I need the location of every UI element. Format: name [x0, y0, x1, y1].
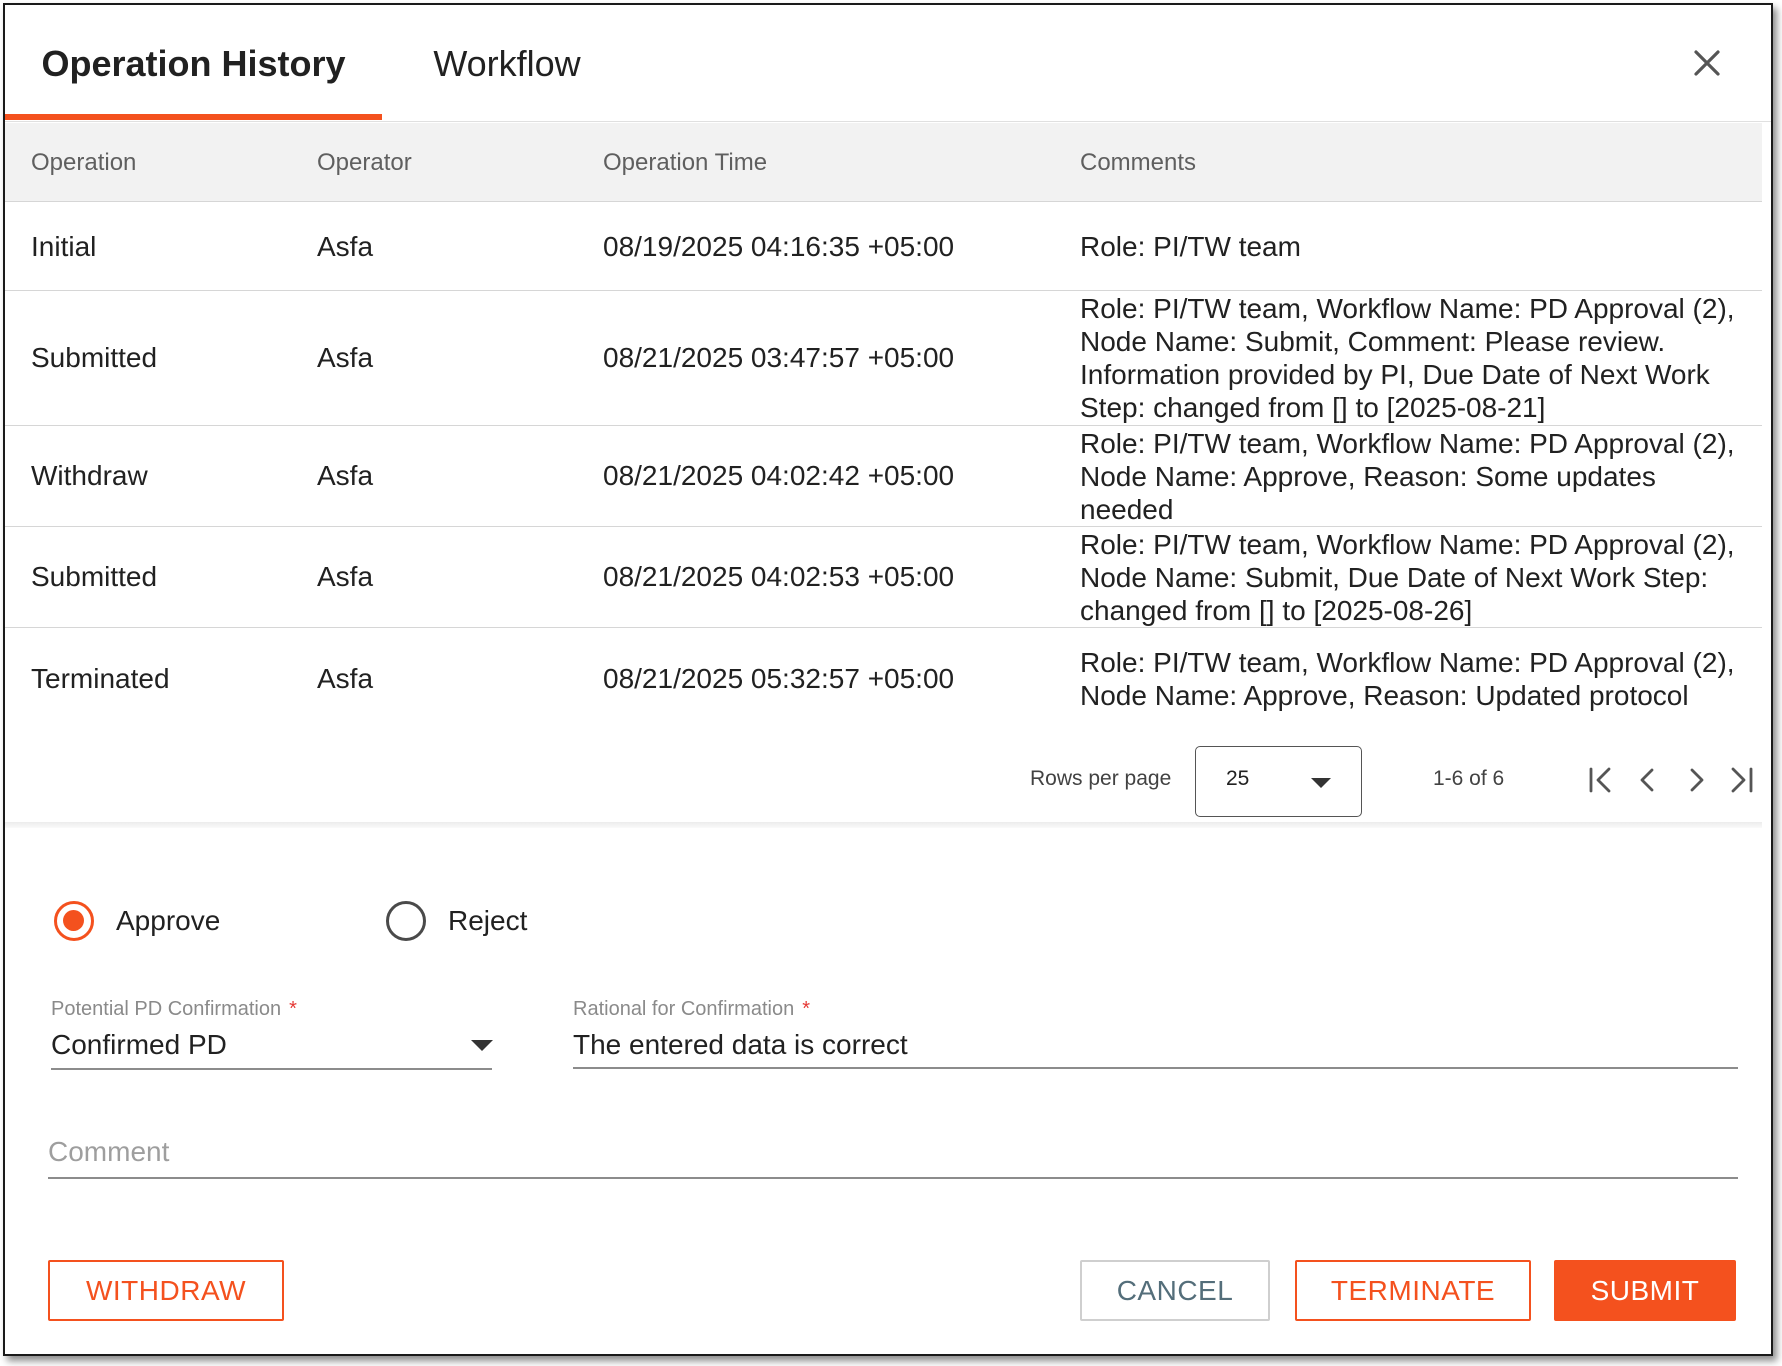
rationale-label-text: Rational for Confirmation: [573, 998, 795, 1020]
reject-radio-label: Reject: [448, 905, 528, 936]
first-page-icon: [1589, 767, 1611, 793]
cell-operation: Initial: [31, 230, 97, 262]
cell-operation-time: 08/21/2025 04:02:53 +05:00: [603, 561, 955, 592]
pd-confirmation-underline: [51, 1068, 492, 1070]
cell-comments: Role: PI/TW team, Workflow Name: PD Appr…: [1080, 427, 1735, 525]
cell-comments: Role: PI/TW team, Workflow Name: PD Appr…: [1080, 293, 1735, 423]
column-header-comments[interactable]: Comments: [1080, 123, 1196, 202]
comment-input[interactable]: [48, 1130, 1738, 1174]
section-divider: [5, 822, 1762, 828]
table-row[interactable]: Terminated Asfa 08/21/2025 05:32:57 +05:…: [5, 628, 1762, 730]
table-pagination: Rows per page 25 1-6 of 6: [5, 737, 1762, 823]
cell-operator: Asfa: [317, 663, 374, 694]
cell-operation: Terminated: [31, 663, 170, 694]
reject-radio[interactable]: Reject: [386, 898, 527, 944]
first-page-button[interactable]: [1583, 763, 1617, 797]
operation-history-dialog: Operation History Workflow Operation Ope…: [3, 3, 1773, 1356]
cell-operation-time: 08/19/2025 04:16:35 +05:00: [603, 230, 955, 262]
next-page-icon: [1690, 768, 1704, 792]
approve-radio-label: Approve: [116, 905, 221, 936]
cell-operation-time: 08/21/2025 03:47:57 +05:00: [603, 342, 955, 373]
required-marker: *: [802, 998, 811, 1020]
required-marker: *: [289, 998, 297, 1020]
cell-comments: Role: PI/TW team, Workflow Name: PD Appr…: [1080, 528, 1735, 626]
cell-operator: Asfa: [317, 561, 374, 592]
table-row[interactable]: Submitted Asfa 08/21/2025 04:02:53 +05:0…: [5, 527, 1762, 628]
column-header-operator[interactable]: Operator: [317, 123, 412, 202]
cell-operation: Withdraw: [31, 460, 148, 491]
table-row[interactable]: Withdraw Asfa 08/21/2025 04:02:42 +05:00…: [5, 426, 1762, 527]
rationale-label: Rational for Confirmation *: [573, 998, 810, 1021]
column-header-operation[interactable]: Operation: [31, 123, 136, 202]
last-page-icon: [1731, 767, 1753, 793]
cell-comments: Role: PI/TW team, Workflow Name: PD Appr…: [1080, 647, 1735, 711]
withdraw-button[interactable]: WITHDRAW: [48, 1260, 284, 1321]
terminate-button[interactable]: TERMINATE: [1295, 1260, 1531, 1321]
column-header-operation-time[interactable]: Operation Time: [603, 123, 767, 202]
close-icon: [1694, 50, 1720, 76]
cell-comments: Role: PI/TW team: [1080, 231, 1301, 262]
caret-down-icon: [1311, 778, 1331, 788]
rows-per-page-value: 25: [1226, 767, 1250, 790]
previous-page-icon: [1640, 768, 1654, 792]
previous-page-button[interactable]: [1631, 763, 1665, 797]
last-page-button[interactable]: [1725, 763, 1759, 797]
rationale-underline: [573, 1067, 1738, 1069]
rows-per-page-label: Rows per page: [1030, 767, 1172, 790]
comment-underline: [48, 1177, 1738, 1179]
cell-operator: Asfa: [317, 460, 374, 491]
table-row[interactable]: Initial Asfa 08/19/2025 04:16:35 +05:00 …: [5, 203, 1762, 291]
tab-operation-history[interactable]: Operation History: [5, 5, 382, 122]
table-header: Operation Operator Operation Time Commen…: [5, 123, 1762, 202]
next-page-button[interactable]: [1679, 763, 1713, 797]
cell-operation-time: 08/21/2025 04:02:42 +05:00: [603, 460, 955, 491]
pd-confirmation-select[interactable]: Confirmed PD: [51, 1029, 227, 1061]
rationale-input[interactable]: The entered data is correct: [573, 1029, 908, 1061]
cell-operation-time: 08/21/2025 05:32:57 +05:00: [603, 663, 955, 694]
caret-down-icon[interactable]: [471, 1040, 493, 1051]
tab-workflow[interactable]: Workflow: [382, 5, 632, 122]
close-button[interactable]: [1687, 43, 1727, 83]
pd-confirmation-label: Potential PD Confirmation *: [51, 998, 297, 1021]
tab-bar: Operation History Workflow: [5, 5, 1771, 122]
pagination-range: 1-6 of 6: [1433, 767, 1505, 790]
radio-checked-icon: [54, 901, 94, 941]
cell-operator: Asfa: [317, 230, 374, 262]
cell-operator: Asfa: [317, 342, 374, 373]
table-row[interactable]: Submitted Asfa 08/21/2025 03:47:57 +05:0…: [5, 291, 1762, 426]
cell-operation: Submitted: [31, 561, 158, 592]
submit-button[interactable]: SUBMIT: [1554, 1260, 1736, 1321]
rows-per-page-select[interactable]: 25: [1195, 746, 1362, 817]
radio-unchecked-icon: [386, 901, 426, 941]
cell-operation: Submitted: [31, 342, 158, 373]
approve-radio[interactable]: Approve: [54, 898, 220, 944]
cancel-button[interactable]: CANCEL: [1080, 1260, 1270, 1321]
pd-confirmation-label-text: Potential PD Confirmation: [51, 998, 282, 1020]
active-tab-indicator: [5, 114, 382, 120]
